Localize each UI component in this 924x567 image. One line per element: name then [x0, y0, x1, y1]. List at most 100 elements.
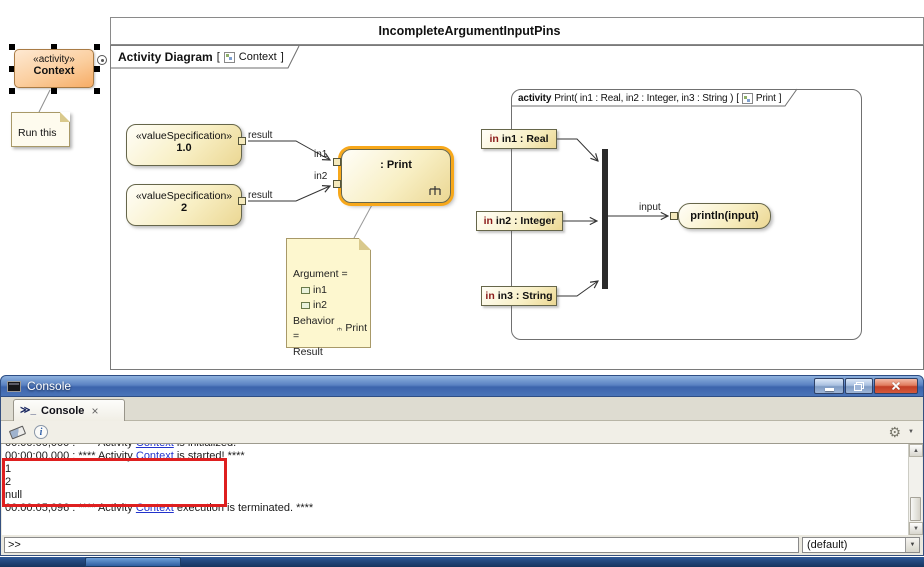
- print-call-action[interactable]: : Print: [341, 149, 451, 203]
- engine-select[interactable]: (default) ▼: [802, 537, 920, 553]
- restore-button[interactable]: [845, 378, 873, 394]
- value-spec-2-node[interactable]: «valueSpecification» 2: [126, 184, 242, 226]
- result-pin-2[interactable]: [238, 197, 246, 205]
- run-this-note[interactable]: Run this: [11, 112, 70, 147]
- behavior-ref: Print: [345, 321, 367, 337]
- console-toolbar: i ⚙ ▼: [1, 421, 923, 444]
- activity-diagram-icon: [224, 52, 235, 63]
- context-link[interactable]: Context: [136, 444, 174, 449]
- println-action[interactable]: println(input): [678, 203, 771, 229]
- context-link[interactable]: Context: [136, 502, 174, 514]
- diagram-window-frame: IncompleteArgumentInputPins: [110, 17, 924, 45]
- print-activity-heading: activity Print( in1 : Real, in2 : Intege…: [518, 91, 800, 106]
- pin-icon: [301, 302, 310, 309]
- console-input-row: (default) ▼: [2, 536, 922, 554]
- minimize-icon: [825, 388, 834, 391]
- console-tab-row: ≫_ Console ×: [1, 397, 923, 421]
- engine-select-value: (default): [807, 539, 847, 551]
- value-label: 1.0: [127, 142, 241, 154]
- clear-console-icon[interactable]: [9, 426, 26, 440]
- console-line-value1: 1: [5, 463, 908, 476]
- param-name: in1 : Real: [502, 133, 549, 145]
- selection-handle[interactable]: [94, 44, 100, 50]
- tab-close-icon[interactable]: ×: [91, 404, 98, 418]
- bracket-close: ]: [779, 93, 782, 104]
- context-link[interactable]: Context: [136, 450, 174, 462]
- diagram-window-title: IncompleteArgumentInputPins: [111, 18, 828, 44]
- activity-keyword: activity: [518, 93, 551, 104]
- activity-diagram-canvas[interactable]: Activity Diagram [ Context ] «valueSpeci…: [110, 45, 924, 370]
- note-line-argument: Argument =: [293, 267, 367, 283]
- value-label: 2: [127, 202, 241, 214]
- combo-dropdown-icon[interactable]: ▼: [905, 538, 919, 552]
- scrollbar-thumb[interactable]: [910, 497, 921, 521]
- param-node-in2[interactable]: in in2 : Integer: [476, 211, 563, 231]
- close-icon: [891, 381, 901, 391]
- note-line-arg2: in2: [293, 298, 367, 314]
- result-pin-2-label: result: [248, 190, 272, 201]
- console-window-icon: [7, 381, 21, 392]
- window-buttons: [814, 378, 918, 394]
- arg2-label: in2: [313, 298, 327, 314]
- expand-indicator-icon[interactable]: [97, 55, 107, 65]
- stereotype-label: «valueSpecification»: [127, 130, 241, 142]
- scroll-up-button[interactable]: ▲: [909, 444, 923, 457]
- console-body: ≫_ Console × i ⚙ ▼ 00:00:00,000 : **** A…: [0, 397, 924, 556]
- param-name: in3 : String: [498, 290, 553, 302]
- selection-handle[interactable]: [51, 88, 57, 94]
- note-anchor-line: [354, 203, 373, 238]
- stereotype-label: «valueSpecification»: [127, 190, 241, 202]
- arg1-label: in1: [313, 283, 327, 299]
- selection-handle[interactable]: [9, 88, 15, 94]
- console-line-started: 00:00:00,000 : **** Activity Context is …: [5, 450, 908, 463]
- selection-handle[interactable]: [94, 66, 100, 72]
- rake-icon: [337, 325, 342, 333]
- vertical-scrollbar[interactable]: ▲ ▼: [908, 444, 922, 535]
- result-pin-1[interactable]: [238, 137, 246, 145]
- activity-ref: Print: [756, 93, 776, 104]
- input-pin-label: input: [639, 202, 661, 213]
- context-activity-node[interactable]: «activity» Context: [14, 49, 94, 88]
- gear-dropdown-icon[interactable]: ▼: [908, 429, 914, 435]
- in1-pin[interactable]: [333, 158, 341, 166]
- in2-pin[interactable]: [333, 180, 341, 188]
- run-note-text: Run this: [18, 127, 57, 139]
- argument-comment-note[interactable]: Argument = in1 in2 Behavior = Print Resu…: [286, 238, 371, 348]
- console-line-value2: 2: [5, 476, 908, 489]
- taskbar-button[interactable]: [85, 557, 181, 567]
- println-action-name: println(input): [690, 210, 758, 222]
- rake-icon: [428, 185, 442, 196]
- console-titlebar[interactable]: Console: [0, 375, 924, 397]
- gear-icon[interactable]: ⚙: [888, 424, 901, 441]
- selection-handle[interactable]: [9, 44, 15, 50]
- in1-pin-label: in1: [314, 149, 327, 160]
- taskbar: [0, 557, 924, 567]
- console-prompt-input[interactable]: [4, 537, 799, 553]
- param-name: in2 : Integer: [496, 215, 556, 227]
- minimize-button[interactable]: [814, 378, 844, 394]
- scroll-down-button[interactable]: ▼: [909, 522, 923, 535]
- info-icon[interactable]: i: [34, 425, 48, 439]
- bracket-open: [: [217, 51, 220, 63]
- print-action-name: : Print: [342, 159, 450, 171]
- diagram-frame-ref: Context: [239, 51, 277, 63]
- selection-handle[interactable]: [94, 88, 100, 94]
- bracket-open: [: [736, 93, 739, 104]
- param-direction: in: [489, 133, 498, 145]
- activity-signature: Print( in1 : Real, in2 : Integer, in3 : …: [554, 93, 733, 104]
- input-pin[interactable]: [670, 212, 678, 220]
- fork-node[interactable]: [602, 149, 608, 289]
- bracket-close: ]: [281, 51, 284, 63]
- diagram-frame-name: Activity Diagram: [118, 50, 213, 64]
- tab-console[interactable]: ≫_ Console ×: [13, 399, 125, 421]
- diagram-frame-heading: Activity Diagram [ Context ]: [111, 46, 296, 68]
- console-output[interactable]: 00:00:00,000 : **** Activity Context is …: [2, 444, 908, 535]
- app-root: { "title_bar": { "text": "IncompleteArgu…: [0, 0, 924, 567]
- console-window: Console ≫_ Console × i ⚙ ▼ 00:00:00,000 …: [0, 375, 924, 556]
- context-name: Context: [15, 65, 93, 77]
- param-node-in3[interactable]: in in3 : String: [481, 286, 557, 306]
- restore-icon: [854, 382, 864, 391]
- param-node-in1[interactable]: in in1 : Real: [481, 129, 557, 149]
- value-spec-1-node[interactable]: «valueSpecification» 1.0: [126, 124, 242, 166]
- close-button[interactable]: [874, 378, 918, 394]
